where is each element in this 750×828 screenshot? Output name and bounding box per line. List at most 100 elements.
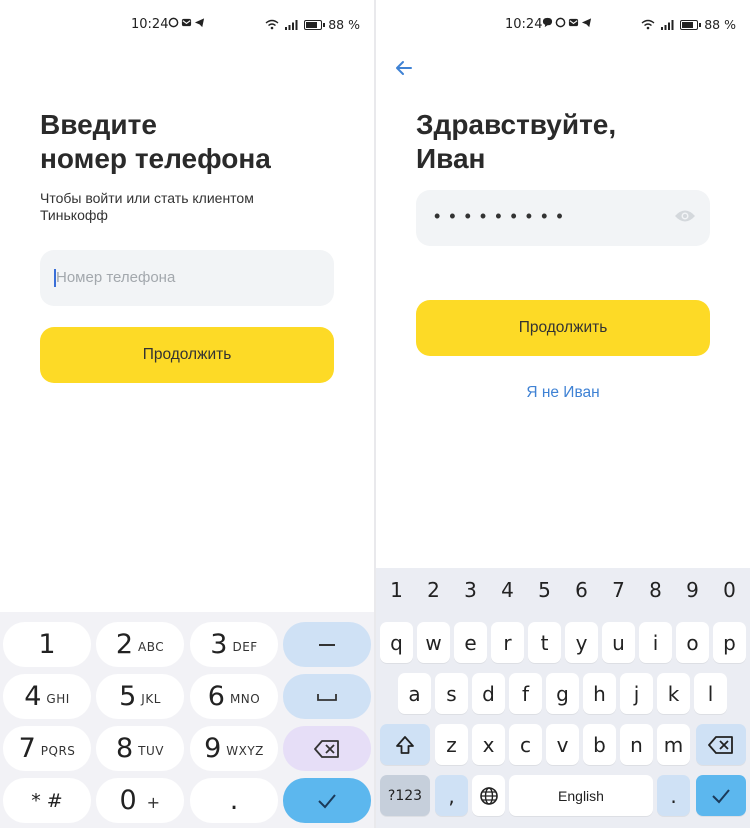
symbols-key[interactable]: ?123 xyxy=(380,775,430,816)
key-j[interactable]: j xyxy=(620,673,653,714)
period-key[interactable]: . xyxy=(657,775,690,816)
checkmark-icon xyxy=(712,788,730,803)
wifi-icon xyxy=(641,19,655,30)
back-arrow-icon[interactable] xyxy=(392,56,416,80)
status-bar: 10:24 88 % xyxy=(376,0,750,50)
enter-key[interactable] xyxy=(283,778,371,823)
page-title: Введите номер телефона xyxy=(40,109,271,174)
number-row: 1 2 3 4 5 6 7 8 9 0 xyxy=(376,578,750,608)
backspace-icon xyxy=(708,735,733,754)
system-indicators: 88 % xyxy=(265,17,360,32)
key-9[interactable]: 9 WXYZ xyxy=(190,726,278,771)
key-8[interactable]: 8 TUV xyxy=(96,726,184,771)
key-e[interactable]: e xyxy=(454,622,487,663)
mail-icon xyxy=(181,18,192,27)
status-bar: 10:24 88 % xyxy=(0,0,374,50)
signal-icon xyxy=(661,20,674,30)
backspace-key[interactable] xyxy=(696,724,746,765)
shift-key[interactable] xyxy=(380,724,430,765)
key-7[interactable]: 7 PQRS xyxy=(3,726,91,771)
key-0[interactable]: 0 xyxy=(711,578,748,602)
key-6[interactable]: 6 MNO xyxy=(190,674,278,719)
message-icon xyxy=(542,17,553,28)
minus-key[interactable] xyxy=(283,622,371,667)
password-input[interactable]: ••••••••• xyxy=(416,190,710,246)
key-v[interactable]: v xyxy=(546,724,579,765)
backspace-key[interactable] xyxy=(283,726,371,771)
key-6[interactable]: 6 xyxy=(563,578,600,602)
clock: 10:24 xyxy=(505,17,543,32)
key-r[interactable]: r xyxy=(491,622,524,663)
password-mask: ••••••••• xyxy=(434,206,572,226)
key-m[interactable]: m xyxy=(657,724,690,765)
key-h[interactable]: h xyxy=(583,673,616,714)
key-4[interactable]: 4 xyxy=(489,578,526,602)
key-1[interactable]: 1 xyxy=(3,622,91,667)
key-4[interactable]: 4 GHI xyxy=(3,674,91,719)
phone-placeholder: Номер телефона xyxy=(56,269,176,286)
key-y[interactable]: y xyxy=(565,622,598,663)
key-f[interactable]: f xyxy=(509,673,542,714)
key-t[interactable]: t xyxy=(528,622,561,663)
key-s[interactable]: s xyxy=(435,673,468,714)
continue-button[interactable]: Продолжить xyxy=(416,300,710,356)
page-title: Здравствуйте, Иван xyxy=(416,109,617,174)
phone-number-input[interactable]: Номер телефона xyxy=(40,250,334,306)
language-key[interactable] xyxy=(472,775,505,816)
key-7[interactable]: 7 xyxy=(600,578,637,602)
telegram-icon xyxy=(581,18,592,28)
key-o[interactable]: o xyxy=(676,622,709,663)
key-n[interactable]: n xyxy=(620,724,653,765)
space-key[interactable] xyxy=(283,674,371,719)
backspace-icon xyxy=(314,739,339,758)
key-k[interactable]: k xyxy=(657,673,690,714)
key-a[interactable]: a xyxy=(398,673,431,714)
chat-icon xyxy=(168,17,179,28)
key-z[interactable]: z xyxy=(435,724,468,765)
continue-button[interactable]: Продолжить xyxy=(40,327,334,383)
space-bar[interactable]: English xyxy=(509,775,653,816)
key-p[interactable]: p xyxy=(713,622,746,663)
phone-entry-screen: 10:24 88 % Введите номер телефона Чтобы … xyxy=(0,0,374,828)
qwerty-keyboard: 1 2 3 4 5 6 7 8 9 0 q w e r t y u i o p … xyxy=(376,568,750,828)
key-g[interactable]: g xyxy=(546,673,579,714)
enter-key[interactable] xyxy=(696,775,746,816)
key-0[interactable]: 0 + xyxy=(96,778,184,823)
system-indicators: 88 % xyxy=(641,17,736,32)
password-screen: 10:24 88 % Здравствуйте, Иван ••••••••• … xyxy=(376,0,750,828)
key-5[interactable]: 5 JKL xyxy=(96,674,184,719)
key-x[interactable]: x xyxy=(472,724,505,765)
battery-percent: 88 % xyxy=(328,17,360,32)
key-9[interactable]: 9 xyxy=(674,578,711,602)
shift-arrow-icon xyxy=(396,735,414,754)
key-i[interactable]: i xyxy=(639,622,672,663)
key-3[interactable]: 3 DEF xyxy=(190,622,278,667)
key-b[interactable]: b xyxy=(583,724,616,765)
key-l[interactable]: l xyxy=(694,673,727,714)
chat-icon xyxy=(555,17,566,28)
key-5[interactable]: 5 xyxy=(526,578,563,602)
mail-icon xyxy=(568,18,579,27)
key-1[interactable]: 1 xyxy=(378,578,415,602)
key-period[interactable]: . xyxy=(190,778,278,823)
key-8[interactable]: 8 xyxy=(637,578,674,602)
comma-key[interactable]: , xyxy=(435,775,468,816)
not-me-link[interactable]: Я не Иван xyxy=(376,384,750,402)
globe-icon xyxy=(479,786,498,805)
key-u[interactable]: u xyxy=(602,622,635,663)
key-q[interactable]: q xyxy=(380,622,413,663)
key-c[interactable]: c xyxy=(509,724,542,765)
key-2[interactable]: 2 xyxy=(415,578,452,602)
key-2[interactable]: 2 ABC xyxy=(96,622,184,667)
key-d[interactable]: d xyxy=(472,673,505,714)
key-3[interactable]: 3 xyxy=(452,578,489,602)
clock: 10:24 xyxy=(131,17,169,32)
key-star-hash[interactable]: * # xyxy=(3,778,91,823)
page-subtitle: Чтобы войти или стать клиентом Тинькофф xyxy=(40,190,254,223)
show-password-icon[interactable] xyxy=(674,208,696,224)
space-icon xyxy=(317,693,337,701)
key-w[interactable]: w xyxy=(417,622,450,663)
battery-icon xyxy=(304,19,326,30)
battery-percent: 88 % xyxy=(704,17,736,32)
checkmark-icon xyxy=(318,793,336,808)
